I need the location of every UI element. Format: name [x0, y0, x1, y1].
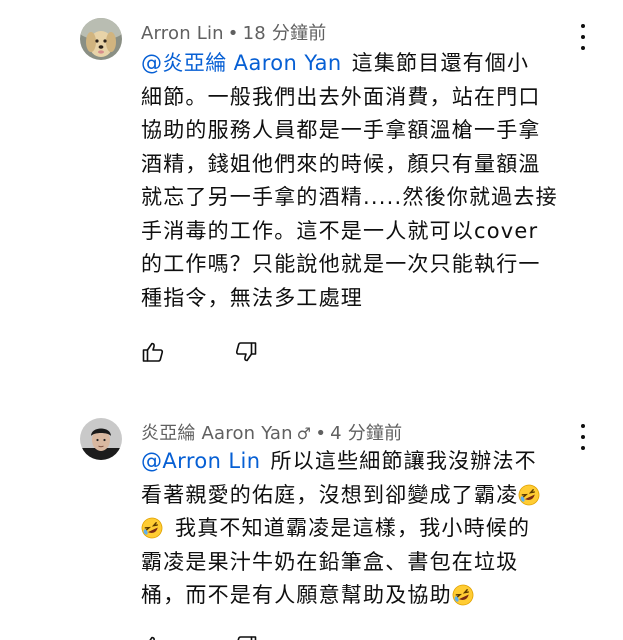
avatar-aaron-yan[interactable] [80, 418, 122, 460]
author-name[interactable]: 炎亞綸 Aaron Yan [141, 423, 293, 444]
comment-text: 看著親愛的佑庭，沒想到卻變成了霸凌 [141, 482, 519, 507]
rolling-on-floor-laughing-emoji [452, 584, 474, 606]
comment-line: 桶，而不是有人願意幫助及協助 [141, 579, 581, 613]
author-name[interactable]: Arron Lin [141, 23, 224, 44]
thumbs-down-icon [237, 636, 257, 640]
comment-line: 協助的服務人員都是一手拿額溫槍一手拿 [141, 118, 541, 142]
meta-separator: • [227, 23, 239, 44]
meta-separator: • [315, 423, 327, 444]
comment-header: 炎亞綸 Aaron Yan ♂ • 4 分鐘前 [141, 419, 402, 445]
comment-timestamp[interactable]: 18 分鐘前 [243, 23, 327, 44]
dislike-button[interactable] [234, 634, 258, 640]
mention-link[interactable]: @Arron Lin [141, 449, 260, 473]
comment-text: 這集節目還有個小 [351, 51, 530, 75]
comment-line: 酒精，錢姐他們來的時候，顏只有量額溫 [141, 151, 541, 176]
mention-link[interactable]: @炎亞綸 Aaron Yan [141, 51, 342, 75]
thumbs-up-icon [149, 636, 155, 640]
comment-text: 所以這些細節讓我沒辦法不 [270, 449, 537, 473]
comment-line: 細節。一般我們出去外面消費，站在門口 [141, 84, 541, 109]
comment-line: 的工作嗎？只能說他就是一次只能執行一 [141, 252, 541, 276]
comment-line: @炎亞綸 Aaron Yan 這集節目還有個小 [141, 47, 581, 81]
comment-timestamp[interactable]: 4 分鐘前 [330, 423, 402, 444]
comment-line: 手消毒的工作。這不是一人就可以cover [141, 218, 539, 243]
comment-text: 我真不知道霸凌是這樣，我小時候的 [175, 516, 531, 540]
comment-header: Arron Lin • 18 分鐘前 [141, 19, 326, 45]
dislike-button[interactable] [234, 340, 258, 364]
comment-line: 我真不知道霸凌是這樣，我小時候的 [141, 512, 581, 546]
comment-body: @Arron Lin 所以這些細節讓我沒辦法不 看著親愛的佑庭，沒想到卻變成了霸凌… [141, 445, 581, 613]
comment-line: 種指令，無法多工處理 [141, 285, 363, 310]
avatar-arron-lin[interactable] [80, 18, 122, 60]
comment-actions [141, 340, 281, 364]
like-button[interactable] [141, 634, 165, 640]
comment-line: 看著親愛的佑庭，沒想到卻變成了霸凌 [141, 479, 581, 513]
comment-arron-lin: Arron Lin • 18 分鐘前 @炎亞綸 Aaron Yan 這集節目還有個小 … [0, 0, 623, 400]
comment-actions [141, 634, 281, 640]
rolling-on-floor-laughing-emoji [519, 484, 540, 505]
rolling-on-floor-laughing-emoji [141, 517, 163, 539]
comment-line: 就忘了另一手拿的酒精.....然後你就過去接 [141, 185, 558, 209]
like-button[interactable] [141, 340, 165, 364]
comment-line: @Arron Lin 所以這些細節讓我沒辦法不 [141, 445, 581, 479]
comment-body: @炎亞綸 Aaron Yan 這集節目還有個小 細節。一般我們出去外面消費，站在門… [141, 47, 581, 315]
male-sign-icon: ♂ [296, 424, 312, 443]
comment-text: 桶，而不是有人願意幫助及協助 [141, 583, 452, 607]
comment-line: 霸凌是果汁牛奶在鉛筆盒、書包在垃圾 [141, 549, 519, 574]
thumbs-up-icon [142, 342, 164, 362]
comment-aaron-yan: 炎亞綸 Aaron Yan ♂ • 4 分鐘前 @Arron Lin 所以這些細節讓我沒… [0, 400, 623, 640]
thumbs-down-icon [235, 342, 257, 362]
